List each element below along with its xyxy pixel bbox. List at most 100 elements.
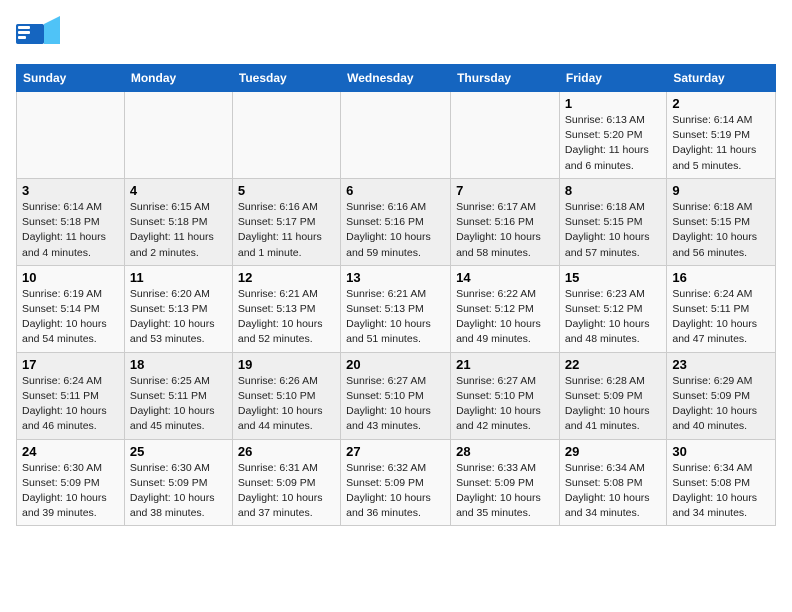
day-number: 23 (672, 357, 770, 372)
day-number: 13 (346, 270, 445, 285)
day-info: Sunrise: 6:34 AM Sunset: 5:08 PM Dayligh… (565, 461, 661, 522)
day-info: Sunrise: 6:30 AM Sunset: 5:09 PM Dayligh… (22, 461, 119, 522)
day-number: 25 (130, 444, 227, 459)
day-info: Sunrise: 6:26 AM Sunset: 5:10 PM Dayligh… (238, 374, 335, 435)
calendar-week-row: 1 Sunrise: 6:13 AM Sunset: 5:20 PM Daylig… (17, 92, 776, 179)
calendar-cell: 10 Sunrise: 6:19 AM Sunset: 5:14 PM Dayli… (17, 265, 125, 352)
weekday-header: Friday (559, 65, 666, 92)
weekday-header: Sunday (17, 65, 125, 92)
calendar-cell (451, 92, 560, 179)
day-info: Sunrise: 6:19 AM Sunset: 5:14 PM Dayligh… (22, 287, 119, 348)
calendar-cell (341, 92, 451, 179)
day-info: Sunrise: 6:27 AM Sunset: 5:10 PM Dayligh… (346, 374, 445, 435)
calendar-cell: 23 Sunrise: 6:29 AM Sunset: 5:09 PM Dayli… (667, 352, 776, 439)
day-number: 9 (672, 183, 770, 198)
day-number: 14 (456, 270, 554, 285)
day-number: 24 (22, 444, 119, 459)
day-number: 26 (238, 444, 335, 459)
calendar-cell: 25 Sunrise: 6:30 AM Sunset: 5:09 PM Dayli… (124, 439, 232, 526)
calendar-cell: 28 Sunrise: 6:33 AM Sunset: 5:09 PM Dayli… (451, 439, 560, 526)
day-info: Sunrise: 6:21 AM Sunset: 5:13 PM Dayligh… (238, 287, 335, 348)
day-number: 15 (565, 270, 661, 285)
calendar-cell: 1 Sunrise: 6:13 AM Sunset: 5:20 PM Daylig… (559, 92, 666, 179)
day-info: Sunrise: 6:15 AM Sunset: 5:18 PM Dayligh… (130, 200, 227, 261)
day-info: Sunrise: 6:25 AM Sunset: 5:11 PM Dayligh… (130, 374, 227, 435)
day-info: Sunrise: 6:31 AM Sunset: 5:09 PM Dayligh… (238, 461, 335, 522)
day-info: Sunrise: 6:34 AM Sunset: 5:08 PM Dayligh… (672, 461, 770, 522)
calendar-cell: 29 Sunrise: 6:34 AM Sunset: 5:08 PM Dayli… (559, 439, 666, 526)
day-number: 30 (672, 444, 770, 459)
day-number: 10 (22, 270, 119, 285)
logo-icon (16, 16, 60, 52)
day-number: 16 (672, 270, 770, 285)
day-info: Sunrise: 6:28 AM Sunset: 5:09 PM Dayligh… (565, 374, 661, 435)
calendar-week-row: 10 Sunrise: 6:19 AM Sunset: 5:14 PM Dayli… (17, 265, 776, 352)
calendar-table: SundayMondayTuesdayWednesdayThursdayFrid… (16, 64, 776, 526)
day-info: Sunrise: 6:16 AM Sunset: 5:17 PM Dayligh… (238, 200, 335, 261)
day-number: 18 (130, 357, 227, 372)
day-number: 17 (22, 357, 119, 372)
calendar-cell: 13 Sunrise: 6:21 AM Sunset: 5:13 PM Dayli… (341, 265, 451, 352)
calendar-week-row: 24 Sunrise: 6:30 AM Sunset: 5:09 PM Dayli… (17, 439, 776, 526)
calendar-cell: 26 Sunrise: 6:31 AM Sunset: 5:09 PM Dayli… (232, 439, 340, 526)
calendar-header-row: SundayMondayTuesdayWednesdayThursdayFrid… (17, 65, 776, 92)
calendar-cell: 7Sunrise: 6:17 AM Sunset: 5:16 PM Daylig… (451, 178, 560, 265)
calendar-cell: 18 Sunrise: 6:25 AM Sunset: 5:11 PM Dayli… (124, 352, 232, 439)
day-info: Sunrise: 6:16 AM Sunset: 5:16 PM Dayligh… (346, 200, 445, 261)
weekday-header: Wednesday (341, 65, 451, 92)
day-info: Sunrise: 6:33 AM Sunset: 5:09 PM Dayligh… (456, 461, 554, 522)
day-number: 2 (672, 96, 770, 111)
day-info: Sunrise: 6:21 AM Sunset: 5:13 PM Dayligh… (346, 287, 445, 348)
weekday-header: Saturday (667, 65, 776, 92)
calendar-cell: 2 Sunrise: 6:14 AM Sunset: 5:19 PM Daylig… (667, 92, 776, 179)
day-info: Sunrise: 6:13 AM Sunset: 5:20 PM Dayligh… (565, 113, 661, 174)
calendar-cell: 15Sunrise: 6:23 AM Sunset: 5:12 PM Dayli… (559, 265, 666, 352)
day-number: 8 (565, 183, 661, 198)
day-number: 19 (238, 357, 335, 372)
day-number: 29 (565, 444, 661, 459)
day-info: Sunrise: 6:30 AM Sunset: 5:09 PM Dayligh… (130, 461, 227, 522)
day-number: 20 (346, 357, 445, 372)
calendar-cell: 11 Sunrise: 6:20 AM Sunset: 5:13 PM Dayli… (124, 265, 232, 352)
day-number: 11 (130, 270, 227, 285)
day-info: Sunrise: 6:17 AM Sunset: 5:16 PM Dayligh… (456, 200, 554, 261)
day-info: Sunrise: 6:24 AM Sunset: 5:11 PM Dayligh… (672, 287, 770, 348)
day-info: Sunrise: 6:14 AM Sunset: 5:19 PM Dayligh… (672, 113, 770, 174)
calendar-cell (232, 92, 340, 179)
day-info: Sunrise: 6:18 AM Sunset: 5:15 PM Dayligh… (565, 200, 661, 261)
calendar-week-row: 3Sunrise: 6:14 AM Sunset: 5:18 PM Daylig… (17, 178, 776, 265)
calendar-cell: 16 Sunrise: 6:24 AM Sunset: 5:11 PM Dayli… (667, 265, 776, 352)
weekday-header: Thursday (451, 65, 560, 92)
calendar-cell: 21 Sunrise: 6:27 AM Sunset: 5:10 PM Dayli… (451, 352, 560, 439)
calendar-cell (17, 92, 125, 179)
weekday-header: Monday (124, 65, 232, 92)
day-number: 4 (130, 183, 227, 198)
calendar-cell: 14Sunrise: 6:22 AM Sunset: 5:12 PM Dayli… (451, 265, 560, 352)
calendar-cell: 17Sunrise: 6:24 AM Sunset: 5:11 PM Dayli… (17, 352, 125, 439)
calendar-cell: 6 Sunrise: 6:16 AM Sunset: 5:16 PM Daylig… (341, 178, 451, 265)
weekday-header: Tuesday (232, 65, 340, 92)
calendar-cell: 4 Sunrise: 6:15 AM Sunset: 5:18 PM Daylig… (124, 178, 232, 265)
day-number: 1 (565, 96, 661, 111)
day-number: 12 (238, 270, 335, 285)
calendar-cell: 30 Sunrise: 6:34 AM Sunset: 5:08 PM Dayli… (667, 439, 776, 526)
calendar-cell: 9 Sunrise: 6:18 AM Sunset: 5:15 PM Daylig… (667, 178, 776, 265)
day-number: 3 (22, 183, 119, 198)
calendar-cell: 27 Sunrise: 6:32 AM Sunset: 5:09 PM Dayli… (341, 439, 451, 526)
day-info: Sunrise: 6:27 AM Sunset: 5:10 PM Dayligh… (456, 374, 554, 435)
calendar-cell: 22Sunrise: 6:28 AM Sunset: 5:09 PM Dayli… (559, 352, 666, 439)
day-info: Sunrise: 6:32 AM Sunset: 5:09 PM Dayligh… (346, 461, 445, 522)
calendar-cell: 24 Sunrise: 6:30 AM Sunset: 5:09 PM Dayli… (17, 439, 125, 526)
day-info: Sunrise: 6:29 AM Sunset: 5:09 PM Dayligh… (672, 374, 770, 435)
day-number: 27 (346, 444, 445, 459)
calendar-cell (124, 92, 232, 179)
calendar-week-row: 17Sunrise: 6:24 AM Sunset: 5:11 PM Dayli… (17, 352, 776, 439)
calendar-cell: 20 Sunrise: 6:27 AM Sunset: 5:10 PM Dayli… (341, 352, 451, 439)
logo (16, 16, 64, 52)
calendar-cell: 19 Sunrise: 6:26 AM Sunset: 5:10 PM Dayli… (232, 352, 340, 439)
day-info: Sunrise: 6:20 AM Sunset: 5:13 PM Dayligh… (130, 287, 227, 348)
day-number: 28 (456, 444, 554, 459)
day-number: 6 (346, 183, 445, 198)
day-info: Sunrise: 6:18 AM Sunset: 5:15 PM Dayligh… (672, 200, 770, 261)
day-number: 21 (456, 357, 554, 372)
